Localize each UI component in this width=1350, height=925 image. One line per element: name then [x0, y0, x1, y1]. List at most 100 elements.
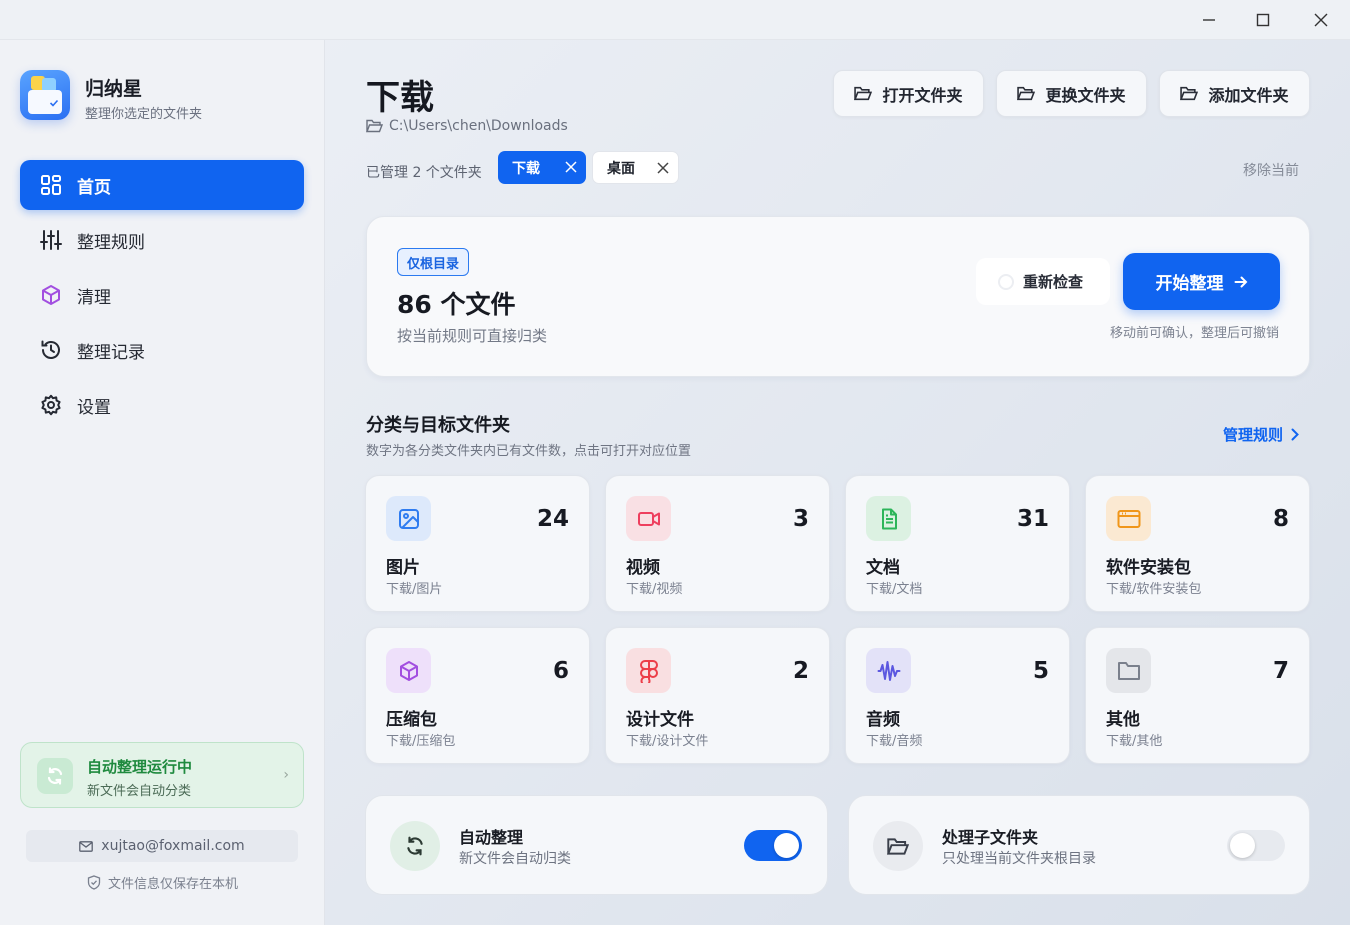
category-name: 视频 [626, 558, 660, 578]
page-title: 下载 [366, 78, 434, 118]
minimize-icon [1203, 19, 1215, 21]
folder-chip-label: 桌面 [607, 160, 635, 177]
change-folder-button[interactable]: 更换文件夹 [996, 70, 1147, 117]
auto-organize-toggle[interactable] [744, 830, 802, 861]
category-name: 文档 [866, 558, 900, 578]
subfolder-subtitle: 只处理当前文件夹根目录 [942, 851, 1096, 867]
category-count: 31 [1016, 506, 1049, 532]
folder-open-icon [1017, 86, 1036, 101]
category-name: 图片 [386, 558, 420, 578]
sidebar-item-label: 清理 [77, 287, 111, 308]
figma-icon [626, 648, 671, 693]
recheck-button[interactable]: 重新检查 [976, 258, 1110, 305]
add-folder-button[interactable]: 添加文件夹 [1159, 70, 1310, 117]
category-name: 设计文件 [626, 710, 694, 730]
category-card-others[interactable]: 7 其他 下载/其他 [1085, 627, 1310, 764]
sidebar-item-history[interactable]: 整理记录 [20, 325, 304, 375]
category-card-videos[interactable]: 3 视频 下载/视频 [605, 475, 830, 612]
category-path: 下载/设计文件 [626, 734, 709, 749]
manage-rules-link[interactable]: 管理规则 [1223, 424, 1299, 445]
open-folder-button[interactable]: 打开文件夹 [833, 70, 984, 117]
close-icon[interactable] [564, 160, 578, 174]
category-path: 下载/软件安装包 [1106, 582, 1202, 597]
category-card-archives[interactable]: 6 压缩包 下载/压缩包 [365, 627, 590, 764]
auto-organize-status-card[interactable]: 自动整理运行中 新文件会自动分类 › [20, 742, 304, 808]
category-path: 下载/其他 [1106, 734, 1163, 749]
category-count: 7 [1272, 658, 1289, 684]
close-button[interactable] [1298, 6, 1344, 34]
audio-wave-icon [866, 648, 911, 693]
category-card-documents[interactable]: 31 文档 下载/文档 [845, 475, 1070, 612]
sidebar-item-rules[interactable]: 整理规则 [20, 215, 304, 265]
manage-rules-label: 管理规则 [1223, 426, 1284, 444]
section-subtitle: 数字为各分类文件夹内已有文件数，点击可打开对应位置 [366, 444, 692, 459]
auto-status-title: 自动整理运行中 [87, 758, 193, 776]
category-card-images[interactable]: 24 图片 下载/图片 [365, 475, 590, 612]
auto-organize-title: 自动整理 [459, 828, 524, 847]
history-icon [40, 339, 62, 361]
category-path: 下载/文档 [866, 582, 923, 597]
document-icon [866, 496, 911, 541]
subfolder-toggle[interactable] [1227, 830, 1285, 861]
category-card-installers[interactable]: 8 软件安装包 下载/软件安装包 [1085, 475, 1310, 612]
category-path: 下载/视频 [626, 582, 683, 597]
scope-badge: 仅根目录 [397, 248, 470, 276]
account-email: xujtao@foxmail.com [26, 830, 298, 862]
folder-path: C:\Users\chen\Downloads [366, 118, 568, 134]
email-text: xujtao@foxmail.com [101, 838, 245, 854]
category-path: 下载/压缩包 [386, 734, 456, 749]
remove-current-link[interactable]: 移除当前 [1243, 160, 1299, 180]
chevron-right-icon: › [283, 767, 289, 783]
category-count: 5 [1032, 658, 1049, 684]
refresh-icon [37, 758, 73, 794]
summary-description: 按当前规则可直接归类 [397, 327, 548, 345]
category-name: 音频 [866, 710, 900, 730]
loading-spinner-icon [998, 273, 1014, 290]
folder-open-icon [854, 86, 873, 101]
sidebar-item-label: 整理记录 [77, 342, 145, 363]
maximize-button[interactable] [1240, 6, 1286, 34]
minimize-button[interactable] [1186, 6, 1232, 34]
app-name: 归纳星 [85, 78, 143, 100]
sidebar: 归纳星 整理你选定的文件夹 首页 整理规则 清理 整理记录 设置 自动整理运行中… [0, 40, 325, 925]
summary-card: 仅根目录 86 个文件 按当前规则可直接归类 重新检查 开始整理 移动前可确认，… [366, 216, 1310, 377]
sidebar-item-settings[interactable]: 设置 [20, 380, 304, 430]
start-organize-label: 开始整理 [1155, 274, 1224, 294]
managed-count-label: 已管理 2 个文件夹 [366, 165, 482, 181]
sidebar-item-label: 首页 [77, 177, 111, 198]
category-path: 下载/图片 [386, 582, 443, 597]
folder-chip[interactable]: 桌面 [592, 151, 679, 184]
open-folder-label: 打开文件夹 [882, 85, 963, 105]
subfolder-card: 处理子文件夹 只处理当前文件夹根目录 [848, 795, 1310, 895]
category-count: 2 [792, 658, 809, 684]
summary-hint: 移动前可确认，整理后可撤销 [1109, 326, 1279, 341]
package-icon [40, 284, 62, 306]
close-icon[interactable] [656, 161, 670, 175]
category-card-design[interactable]: 2 设计文件 下载/设计文件 [605, 627, 830, 764]
folder-chip-active[interactable]: 下载 [498, 151, 586, 184]
chevron-right-icon [1291, 428, 1299, 441]
folder-icon [1106, 648, 1151, 693]
sidebar-item-label: 设置 [77, 397, 111, 418]
section-title: 分类与目标文件夹 [366, 415, 510, 436]
folder-chip-label: 下载 [512, 160, 540, 177]
subfolder-title: 处理子文件夹 [942, 828, 1039, 847]
auto-organize-subtitle: 新文件会自动归类 [459, 851, 571, 867]
sidebar-item-home[interactable]: 首页 [20, 160, 304, 210]
package-icon [386, 648, 431, 693]
video-icon [626, 496, 671, 541]
category-card-audio[interactable]: 5 音频 下载/音频 [845, 627, 1070, 764]
sliders-icon [40, 229, 62, 251]
change-folder-label: 更换文件夹 [1045, 85, 1126, 105]
category-name: 其他 [1106, 710, 1140, 730]
app-tagline: 整理你选定的文件夹 [85, 107, 203, 122]
image-icon [386, 496, 431, 541]
mail-icon [79, 840, 94, 852]
category-name: 软件安装包 [1106, 558, 1191, 578]
start-organize-button[interactable]: 开始整理 [1123, 253, 1280, 310]
maximize-icon [1256, 13, 1270, 27]
sidebar-item-label: 整理规则 [77, 232, 145, 253]
app-window-icon [1106, 496, 1151, 541]
app-logo [20, 70, 70, 120]
sidebar-item-clean[interactable]: 清理 [20, 270, 304, 320]
